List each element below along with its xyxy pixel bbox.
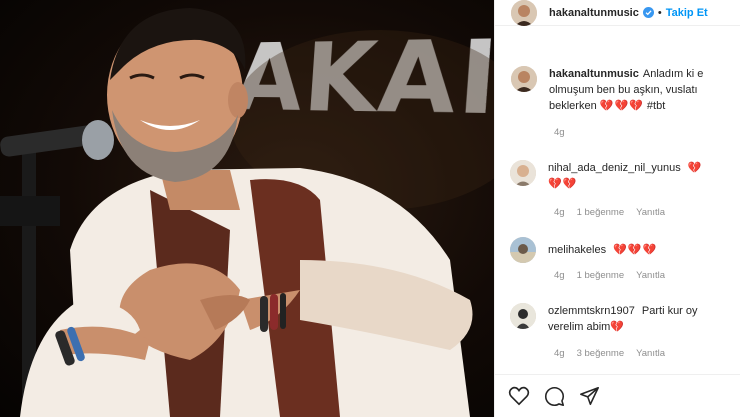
comment-hearts-line2: 💔💔: [548, 178, 578, 190]
comment-username[interactable]: melihakeles: [548, 244, 606, 256]
comment-username[interactable]: nihal_ada_deniz_nil_yunus: [548, 162, 681, 174]
comment-text: ozlemmtskrn1907 Parti kur oy verelim abi…: [548, 303, 733, 335]
header-separator: •: [657, 6, 662, 19]
post-header: hakanaltunmusic • Takip Et: [495, 0, 740, 26]
heart-outline-icon[interactable]: [508, 386, 530, 406]
caption-row: hakanaltunmusic Anladım ki e olmuşum ben …: [511, 66, 734, 114]
comment-icon[interactable]: [544, 386, 565, 407]
header-username[interactable]: hakanaltunmusic: [549, 7, 639, 19]
comment-avatar[interactable]: [510, 303, 536, 329]
comment-meta: 4g 1 beğenme Yanıtla: [554, 207, 665, 218]
comment-time: 4g: [554, 348, 565, 359]
caption-avatar[interactable]: [511, 66, 537, 92]
comment-row: ozlemmtskrn1907 Parti kur oy verelim abi…: [510, 303, 733, 335]
comment-username[interactable]: ozlemmtskrn1907: [548, 305, 635, 317]
follow-button[interactable]: Takip Et: [666, 7, 708, 19]
caption-line3: beklerken: [549, 100, 597, 112]
send-icon[interactable]: [579, 386, 600, 406]
comment-avatar[interactable]: [510, 237, 536, 263]
comment-meta: 4g 3 beğenme Yanıtla: [554, 348, 665, 359]
comment-text-line2: verelim abim: [548, 321, 611, 333]
caption-text: hakanaltunmusic Anladım ki e olmuşum ben …: [549, 66, 734, 114]
caption-hashtag[interactable]: #tbt: [647, 100, 665, 112]
comment-time: 4g: [554, 207, 565, 218]
comment-hearts: 💔: [687, 162, 703, 174]
comment-likes[interactable]: 3 beğenme: [577, 348, 625, 359]
comment-row: melihakeles 💔💔💔: [510, 237, 733, 263]
caption-hearts: 💔💔💔: [599, 100, 644, 112]
post-photo[interactable]: AKAI: [0, 0, 494, 417]
comment-text: nihal_ada_deniz_nil_yunus 💔 💔💔: [548, 160, 733, 192]
comment-likes[interactable]: 1 beğenme: [577, 270, 625, 281]
comment-text: melihakeles 💔💔💔: [548, 237, 733, 263]
comment-meta: 4g 1 beğenme Yanıtla: [554, 270, 665, 281]
comment-reply[interactable]: Yanıtla: [636, 207, 665, 218]
comment-reply[interactable]: Yanıtla: [636, 348, 665, 359]
comment-reply[interactable]: Yanıtla: [636, 270, 665, 281]
comment-likes[interactable]: 1 beğenme: [577, 207, 625, 218]
comment-row: nihal_ada_deniz_nil_yunus 💔 💔💔: [510, 160, 733, 192]
verified-badge-icon: [642, 7, 654, 18]
comment-avatar[interactable]: [510, 160, 536, 186]
caption-time: 4g: [554, 127, 565, 138]
caption-line1: Anladım ki e: [642, 68, 704, 80]
comment-time: 4g: [554, 270, 565, 281]
comment-hearts: 💔: [610, 321, 626, 333]
comment-hearts: 💔💔💔: [613, 244, 658, 256]
comment-text-line1: Parti kur oy: [641, 305, 698, 317]
caption-meta: 4g: [554, 127, 565, 138]
author-avatar[interactable]: [511, 0, 537, 26]
post-actions: [494, 374, 740, 417]
caption-line2: olmuşum ben bu aşkın, vuslatı: [549, 84, 698, 96]
caption-username[interactable]: hakanaltunmusic: [549, 68, 639, 80]
singer-illustration: [0, 8, 494, 417]
